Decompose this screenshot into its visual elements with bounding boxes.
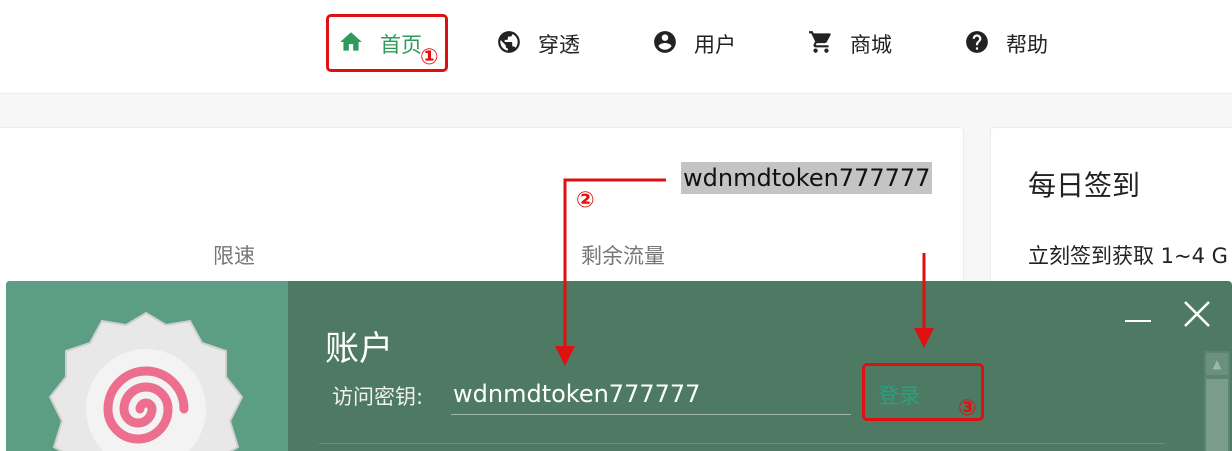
dialog-divider: [319, 443, 1165, 444]
account-dialog: 账户 访问密钥: 登录 ▲: [6, 281, 1232, 451]
minimize-button[interactable]: [1123, 303, 1153, 333]
checkin-description: 立刻签到获取 1~4 G: [1028, 244, 1228, 268]
nav-item-user[interactable]: 用户: [652, 26, 736, 62]
nav-item-label: 商城: [850, 33, 892, 57]
account-circle-icon: [652, 29, 694, 60]
speed-limit-label: 限速: [213, 244, 255, 268]
checkin-title: 每日签到: [1028, 169, 1141, 202]
access-key-label: 访问密钥:: [332, 385, 424, 409]
close-button[interactable]: [1182, 299, 1212, 329]
remaining-traffic-label: 剩余流量: [581, 244, 665, 268]
nav-item-tunnel[interactable]: 穿透: [496, 26, 580, 62]
nav-item-shop[interactable]: 商城: [808, 26, 892, 62]
nav-item-help[interactable]: 帮助: [964, 26, 1048, 62]
selected-token-text[interactable]: wdnmdtoken777777: [681, 162, 933, 194]
nav-item-label: 穿透: [538, 33, 580, 57]
globe-icon: [496, 29, 538, 60]
nav-item-label: 帮助: [1006, 33, 1048, 57]
naruto-fishcake-logo-icon: [48, 311, 244, 451]
dialog-side-panel: [6, 281, 288, 451]
top-nav: 首页 穿透 用户 商城 帮助: [0, 0, 1232, 94]
annotation-step-3: ③: [958, 396, 977, 421]
nav-item-label: 用户: [694, 33, 736, 57]
dialog-title: 账户: [325, 329, 393, 369]
cart-icon: [808, 29, 850, 60]
annotation-step-1: ①: [420, 45, 439, 70]
help-circle-icon: [964, 29, 1006, 60]
access-key-input[interactable]: [451, 373, 851, 415]
scroll-thumb[interactable]: [1206, 379, 1228, 451]
annotation-step-2: ②: [576, 188, 595, 213]
close-icon: [1184, 301, 1210, 327]
scroll-up-arrow-icon[interactable]: ▲: [1206, 353, 1228, 375]
